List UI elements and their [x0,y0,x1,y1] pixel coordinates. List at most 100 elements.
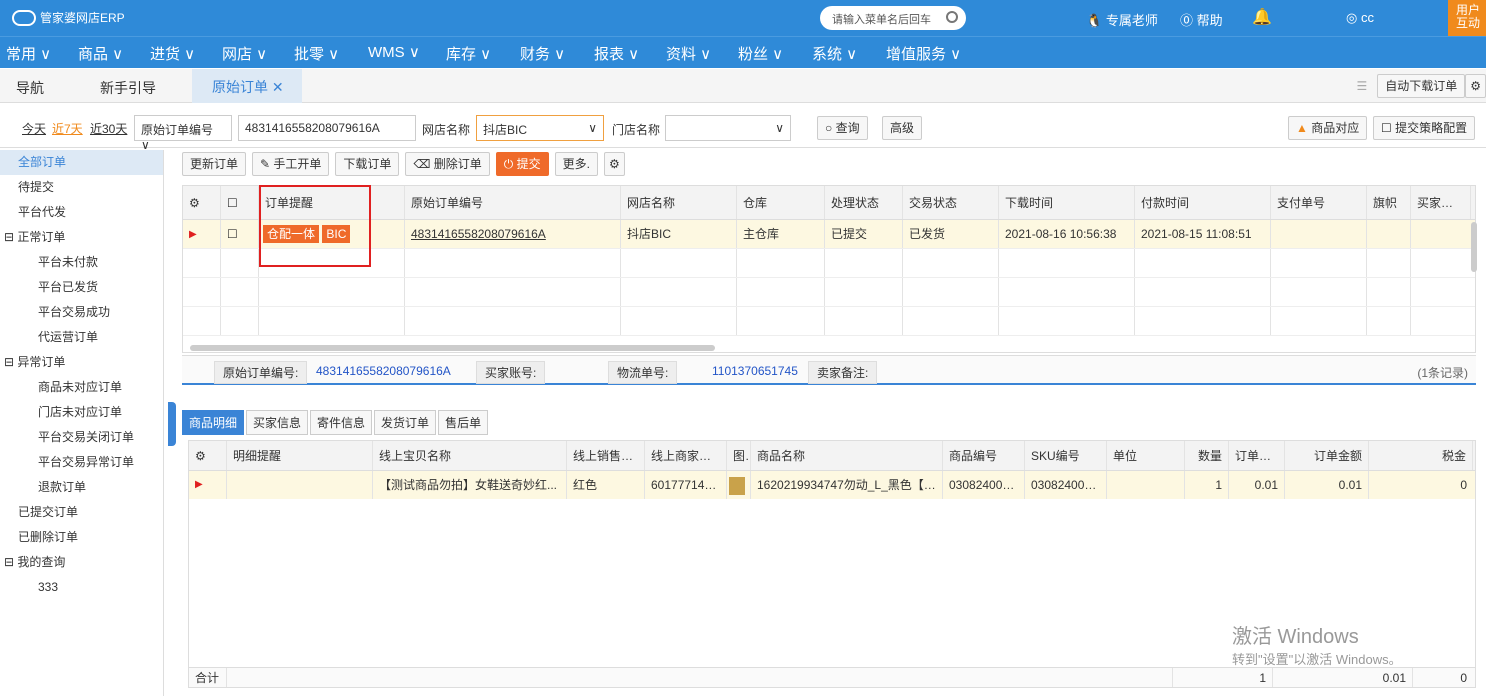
column-header[interactable]: 买家留言 [1411,186,1471,219]
detail-tab[interactable]: 寄件信息 [310,410,373,435]
last30-link[interactable]: 近30天 [90,120,127,137]
table-row[interactable]: ▶ 【测试商品勿拍】女鞋送奇妙红... 红色 601777141... 1620… [189,471,1475,499]
column-header[interactable]: 明细提醒 [227,441,373,470]
column-header[interactable]: 订单金额 [1285,441,1369,470]
column-header[interactable]: 交易状态 [903,186,999,219]
menu-item[interactable]: 批零 ∨ [294,43,339,64]
column-header[interactable]: 原始订单编号 [405,186,621,219]
detail-settings-icon[interactable]: ⚙ [189,441,227,470]
menu-item[interactable]: WMS ∨ [368,43,420,61]
delete-button[interactable]: ⌫ 删除订单 [405,152,490,176]
order-no-link[interactable]: 4831416558208079616A [405,220,621,248]
column-header[interactable]: SKU编号 [1025,441,1107,470]
submit-button[interactable]: ⏻ 提交 [495,152,549,176]
column-header[interactable]: 仓库 [737,186,825,219]
column-header[interactable]: 线上商家编码 [645,441,727,470]
sidebar-item[interactable]: 商品未对应订单 [0,375,163,400]
column-header[interactable]: 线上销售属性 [567,441,645,470]
tab-guide[interactable]: 新手引导 [100,78,156,98]
menu-item[interactable]: 粉丝 ∨ [738,43,783,64]
sidebar-item[interactable]: 已提交订单 [0,500,163,525]
column-header[interactable]: 旗帜 [1367,186,1411,219]
sidebar-item[interactable]: 平台交易关闭订单 [0,425,163,450]
query-button[interactable]: ○ 查询 [817,116,868,140]
last7-link[interactable]: 近7天 [52,120,83,137]
menu-item[interactable]: 报表 ∨ [594,43,639,64]
menu-item[interactable]: 资料 ∨ [666,43,711,64]
select-all-checkbox[interactable]: ☐ [221,186,259,219]
collapse-handle[interactable] [168,402,176,446]
menu-item[interactable]: 系统 ∨ [812,43,857,64]
menu-item[interactable]: 网店 ∨ [222,43,267,64]
strategy-button[interactable]: ☐ 提交策略配置 [1373,116,1476,140]
sidebar-item[interactable]: 待提交 [0,175,163,200]
shop-select[interactable]: 抖店BIC ∨ [476,115,604,141]
sidebar-item[interactable]: 333 [0,575,163,600]
advanced-button[interactable]: 高级 [882,116,923,140]
detail-tab[interactable]: 售后单 [438,410,489,435]
column-header[interactable]: 图片 [727,441,751,470]
help-link[interactable]: ⓪ 帮助 [1180,10,1223,29]
column-header[interactable]: 商品名称 [751,441,943,470]
column-header[interactable]: 下载时间 [999,186,1135,219]
download-button[interactable]: 下载订单 [335,152,400,176]
toolbar-settings-icon[interactable]: ⚙ [603,152,625,176]
detail-tab[interactable]: 商品明细 [182,410,245,435]
match-button[interactable]: ▲ 商品对应 [1288,116,1368,140]
refresh-button[interactable]: 更新订单 [182,152,247,176]
menu-item[interactable]: 商品 ∨ [78,43,123,64]
menu-item[interactable]: 进货 ∨ [150,43,195,64]
tab-original-orders[interactable]: 原始订单 ✕ [192,69,302,103]
column-header[interactable]: 单位 [1107,441,1185,470]
store-select[interactable]: ∨ [665,115,791,141]
sidebar-item[interactable]: ⊟ 正常订单 [0,225,163,250]
column-header[interactable]: 税金 [1369,441,1473,470]
sidebar-item[interactable]: 代运营订单 [0,325,163,350]
order-no-input[interactable]: 4831416558208079616A [238,115,416,141]
menu-item[interactable]: 增值服务 ∨ [886,43,961,64]
sidebar-item[interactable]: 全部订单 [0,150,163,175]
column-header[interactable]: 网店名称 [621,186,737,219]
sidebar-item[interactable]: 平台已发货 [0,275,163,300]
user-menu[interactable]: ◎ cc [1346,10,1374,26]
more-button[interactable]: 更多. [554,152,598,176]
column-header[interactable]: 商品编号 [943,441,1025,470]
column-header[interactable]: 支付单号 [1271,186,1367,219]
horizontal-scrollbar[interactable] [190,345,715,351]
teacher-link[interactable]: 🐧 专属老师 [1086,10,1158,29]
sidebar-item[interactable]: 平台代发 [0,200,163,225]
user-interaction-button[interactable]: 用户互动 [1448,0,1486,36]
menu-item[interactable]: 库存 ∨ [446,43,491,64]
sidebar-item[interactable]: 平台交易成功 [0,300,163,325]
search-icon[interactable] [946,11,958,23]
column-header[interactable]: 付款时间 [1135,186,1271,219]
detail-tab[interactable]: 买家信息 [246,410,309,435]
tab-nav[interactable]: 导航 [16,78,44,98]
auto-download-button[interactable]: 自动下载订单 [1377,74,1466,98]
menu-item[interactable]: 常用 ∨ [6,43,51,64]
manual-order-button[interactable]: ✎ 手工开单 [252,152,330,176]
column-header[interactable]: 订单单价 [1229,441,1285,470]
list-icon[interactable]: ☰ [1356,79,1367,93]
sidebar-item[interactable]: 退款订单 [0,475,163,500]
bell-icon[interactable]: 🔔 [1252,7,1272,27]
sidebar-item[interactable]: ⊟ 异常订单 [0,350,163,375]
vertical-scrollbar[interactable] [1471,222,1477,272]
grid-settings-icon[interactable]: ⚙ [183,186,221,219]
sidebar-item[interactable]: 平台交易异常订单 [0,450,163,475]
detail-tab[interactable]: 发货订单 [374,410,437,435]
sidebar-item[interactable]: ⊟ 我的查询 [0,550,163,575]
sidebar-item[interactable]: 门店未对应订单 [0,400,163,425]
column-header[interactable]: 数量 [1185,441,1229,470]
table-row[interactable]: ▶ ☐ 仓配一体 BIC 4831416558208079616A 抖店BIC … [183,220,1475,249]
column-header[interactable]: 线上宝贝名称 [373,441,567,470]
column-header[interactable]: 处理状态 [825,186,903,219]
row-checkbox[interactable]: ☐ [221,220,259,248]
sidebar-item[interactable]: 平台未付款 [0,250,163,275]
menu-item[interactable]: 财务 ∨ [520,43,565,64]
settings-icon[interactable]: ⚙ [1465,74,1486,98]
sidebar-item[interactable]: 已删除订单 [0,525,163,550]
today-link[interactable]: 今天 [22,120,46,137]
menu-search[interactable]: 请输入菜单名后回车 [820,6,966,30]
field-select[interactable]: 原始订单编号 ∨ [134,115,232,152]
